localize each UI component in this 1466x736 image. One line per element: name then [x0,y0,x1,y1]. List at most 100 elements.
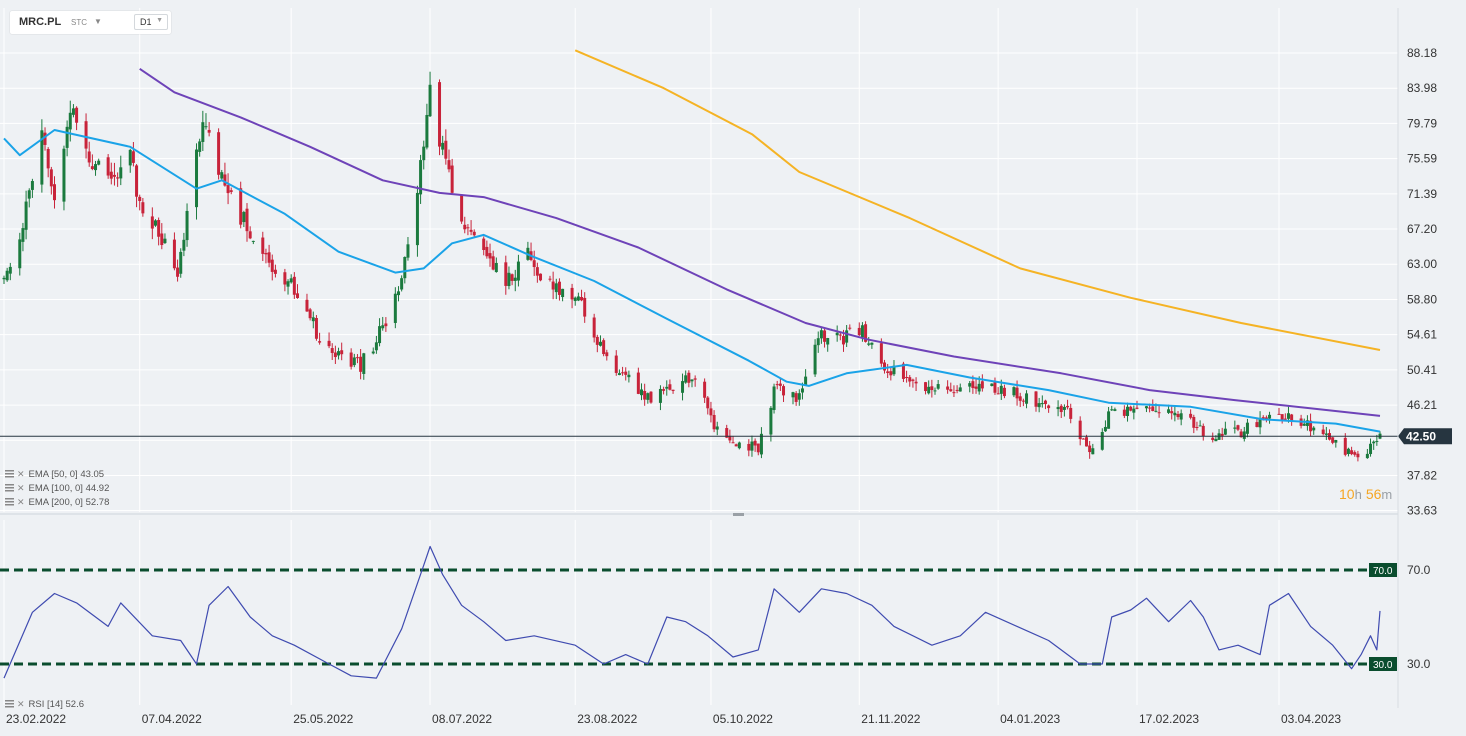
date-tick-label: 07.04.2022 [142,712,202,726]
candle-body [1312,427,1316,431]
candle-body [1062,406,1066,410]
candle-body [665,386,669,389]
candle-body [800,388,804,393]
market-dropdown-icon[interactable]: ▼ [94,17,102,26]
candle-body [248,231,252,239]
candle-body [624,371,628,375]
candle-body [157,219,161,237]
candle-body [1170,411,1174,414]
candle-body [734,444,738,447]
timeframe-select[interactable]: D1 ▼ [134,14,168,30]
candle-body [1157,412,1161,414]
indicator-ema50[interactable]: ✕ EMA [50, 0] 43.05 [5,467,104,481]
candle-body [1286,413,1290,419]
candle-body [185,210,189,241]
candle-body [204,126,208,128]
candle-body [333,352,337,358]
candle-body [109,171,113,179]
date-tick-label: 23.02.2022 [6,712,66,726]
candle-body [1043,400,1047,405]
candle-body [823,330,827,342]
candle-body [936,384,940,389]
candle-body [1047,405,1051,409]
candle-body [90,166,94,170]
candle-body [330,348,334,353]
date-tick-label: 08.07.2022 [432,712,492,726]
indicator-ema200[interactable]: ✕ EMA [200, 0] 52.78 [5,495,109,509]
candle-body [261,237,265,254]
candle-body [352,357,356,366]
candle-body [131,151,135,163]
candle-body [990,383,994,387]
settings-lines-icon[interactable] [5,484,14,492]
settings-lines-icon[interactable] [5,700,14,708]
price-tick-label: 58.80 [1407,292,1437,306]
indicator-rsi[interactable]: ✕ RSI [14] 52.6 [5,697,84,711]
settings-lines-icon[interactable] [5,470,14,478]
symbol-label[interactable]: MRC.PL [19,16,61,28]
candle-body [826,337,830,345]
candle-body [690,379,694,382]
candle-body [308,309,312,319]
candle-body [516,261,520,281]
close-icon[interactable]: ✕ [17,483,25,494]
candle-body [1290,414,1294,421]
close-icon[interactable]: ✕ [17,497,25,508]
candle-body [1126,406,1130,417]
candle-body [441,142,445,150]
close-icon[interactable]: ✕ [17,469,25,480]
settings-lines-icon[interactable] [5,498,14,506]
candle-body [491,256,495,270]
candle-body [1245,422,1249,434]
candle-body [466,227,470,229]
candle-body [318,341,322,343]
candle-body [396,291,400,296]
candle-body [1015,387,1019,399]
close-icon[interactable]: ✕ [17,699,25,710]
chart-canvas[interactable]: 42.50 70.0 30.0 88.18 83.98 79.79 75.59 71.39… [0,0,1466,736]
candle-body [128,149,132,166]
candle-body [759,433,763,455]
candle-body [687,372,691,383]
candle-body [1173,412,1177,416]
candle-body [816,338,820,346]
candle-body [1069,407,1073,419]
candle-body [924,382,928,392]
candle-body [643,390,647,400]
candle-body [176,267,180,277]
price-tick-label: 83.98 [1407,81,1437,95]
candle-body [438,82,442,147]
candle-body [179,251,183,274]
rsi-level-badge-label: 30.0 [1373,660,1393,671]
candle-body [1154,410,1158,412]
candle-body [305,299,309,312]
candle-body [747,443,751,451]
candle-body [1100,432,1104,450]
candle-body [1346,448,1350,455]
candle-body [532,260,536,268]
candle-body [5,270,9,281]
candle-body [488,253,492,259]
candle-body [1242,431,1246,439]
candle-body [668,384,672,390]
candle-body [1066,405,1070,408]
candle-body [996,393,1000,395]
candle-body [627,374,631,378]
panel-resize-handle[interactable] [733,513,744,516]
candle-body [507,272,511,287]
candle-body [97,160,101,165]
indicator-ema100[interactable]: ✕ EMA [100, 0] 44.92 [5,481,109,495]
candle-body [1110,409,1114,411]
candle-body [640,389,644,396]
candle-body [870,342,874,345]
candle-body [1198,425,1202,427]
candle-body [1056,407,1060,410]
candle-body [172,239,176,269]
candle-body [797,393,801,400]
candle-body [245,208,249,232]
candle-body [782,386,786,396]
candle-body [1018,396,1022,401]
candle-body [119,167,123,179]
candle-body [30,181,34,190]
rsi-axis: 70.0 30.0 [1407,563,1431,671]
